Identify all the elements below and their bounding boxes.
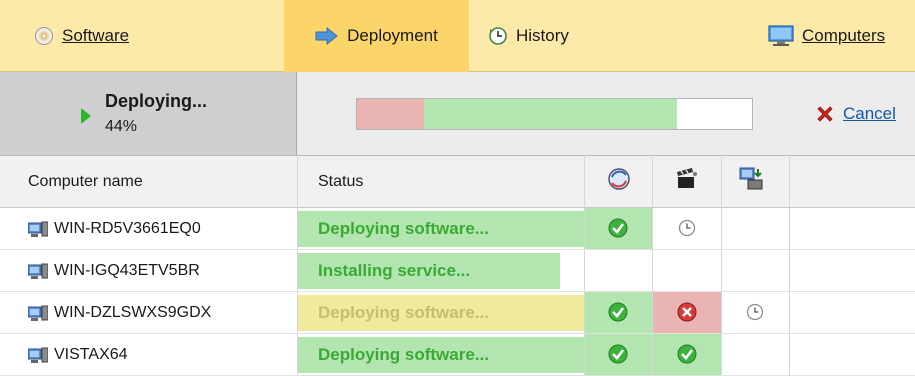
nav-software[interactable]: Software [34,0,129,72]
column-header-computer-name[interactable]: Computer name [28,155,143,208]
computer-name-cell: WIN-IGQ43ETV5BR [28,250,200,292]
monitor-icon [768,25,794,46]
check-icon [608,344,628,364]
arrow-right-icon [315,27,338,45]
nav-computers-label: Computers [802,26,886,45]
computer-name: WIN-IGQ43ETV5BR [54,262,200,279]
deploy-progress-bar [356,98,753,130]
cd-icon [35,27,53,45]
deploy-percent: 44% [105,118,138,135]
play-icon [81,108,91,124]
check-icon [677,344,696,364]
progress-failed-segment [357,99,425,129]
cancel-button[interactable]: Cancel [815,104,896,124]
computer-name-cell: WIN-RD5V3661EQ0 [28,208,201,250]
table-row[interactable]: VISTAX64 Deploying software... [0,334,915,376]
status-cell: Deploying software... [298,211,584,247]
status-cell: Deploying software... [298,295,584,331]
error-icon [677,302,696,322]
computer-name: VISTAX64 [54,346,128,363]
clapper-icon[interactable] [674,166,700,192]
table-row[interactable]: WIN-IGQ43ETV5BR Installing service... [0,250,915,292]
cancel-label: Cancel [843,104,896,123]
check-icon [608,302,628,322]
nav-software-label: Software [62,26,130,45]
globe-refresh-icon[interactable] [606,166,632,192]
check-icon [608,218,628,238]
progress-succeeded-segment [424,99,677,129]
computer-name: WIN-RD5V3661EQ0 [54,220,201,237]
deploy-status-title: Deploying... [105,91,208,111]
computer-install-icon[interactable] [738,166,766,192]
status-cell: Installing service... [298,253,560,289]
pending-clock-icon [678,219,695,237]
computer-icon [28,221,48,237]
nav-history-label: History [516,26,569,45]
history-clock-icon [489,27,507,45]
pending-clock-icon [746,303,764,321]
computer-icon [28,305,48,321]
nav-history[interactable]: History [488,0,569,72]
computer-name-cell: VISTAX64 [28,334,128,376]
computer-name: WIN-DZLSWXS9GDX [54,304,212,321]
computer-icon [28,347,48,363]
red-x-icon [817,106,833,122]
nav-deployment[interactable]: Deployment [284,0,469,72]
computer-icon [28,263,48,279]
table-row[interactable]: WIN-DZLSWXS9GDX Deploying software... [0,292,915,334]
computer-name-cell: WIN-DZLSWXS9GDX [28,292,211,334]
deploy-status-panel [0,72,297,155]
nav-computers[interactable]: Computers [768,0,885,72]
nav-deployment-label: Deployment [347,26,438,45]
table-row[interactable]: WIN-RD5V3661EQ0 Deploying software... [0,208,915,250]
column-header-status[interactable]: Status [318,155,363,208]
status-cell: Deploying software... [298,337,584,373]
